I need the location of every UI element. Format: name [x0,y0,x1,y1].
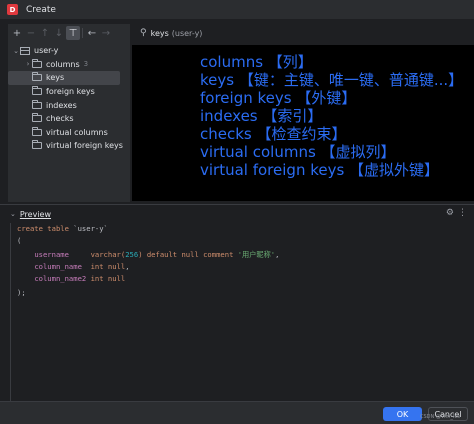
tree-item-keys[interactable]: keys [8,71,120,85]
filter-icon[interactable]: ⊤ [66,26,80,40]
properties-title: keys [150,28,169,38]
properties-subtitle: (user-y) [171,28,203,38]
folder-icon [32,58,42,68]
code-line: username varchar(256) default null comme… [34,250,280,259]
tree-item-checks[interactable]: checks [8,112,130,126]
folder-icon [32,99,42,109]
remove-icon[interactable]: − [24,26,38,40]
tree-root[interactable]: ⌄ user-y [8,44,130,58]
annotation-line: virtual foreign keys 【虚拟外键】 [200,161,440,179]
code-line: column_name int null, [34,262,130,271]
tree-item-virtual-foreign-keys[interactable]: virtual foreign keys [8,139,130,153]
chevron-down-icon[interactable]: ⌄ [12,47,20,55]
folder-icon [32,140,42,150]
more-icon[interactable]: ⋮ [458,208,467,218]
back-icon[interactable]: ← [85,26,99,40]
chevron-down-icon[interactable]: ⌄ [10,210,16,218]
properties-panel: ⚲ keys (user-y) columns 【列】 keys 【键：主键、唯… [132,24,474,202]
forward-icon[interactable]: → [99,26,113,40]
key-icon: ⚲ [140,28,147,38]
toolbar-divider [82,28,83,38]
code-line: ( [17,236,22,245]
structure-toolbar: + − ↑ ↓ ⊤ ← → [8,24,130,42]
tree-item-label: indexes [46,100,77,110]
tree-item-virtual-columns[interactable]: virtual columns [8,126,130,140]
tree-item-label: virtual foreign keys [46,141,123,151]
folder-icon [32,126,42,136]
watermark: CSDN @Vim_Ice [420,414,461,420]
tree-item-label: columns [46,59,80,69]
chevron-right-icon[interactable]: › [24,60,32,68]
tree-item-label: virtual columns [46,127,108,137]
tree-root-label: user-y [34,46,59,56]
window-title: Create [26,4,56,15]
structure-tree: ⌄ user-y › columns 3 keys foreign keys i… [8,44,130,153]
move-up-icon[interactable]: ↑ [38,26,52,40]
tree-item-label: keys [46,73,65,83]
preview-label: Preview [19,209,52,219]
dialog-footer: OK Cancel CSDN @Vim_Ice [0,401,474,424]
title-bar: D Create [0,0,474,20]
tree-item-label: foreign keys [46,87,95,97]
structure-panel: + − ↑ ↓ ⊤ ← → ⌄ user-y › columns 3 keys … [8,24,130,202]
tree-item-foreign-keys[interactable]: foreign keys [8,85,130,99]
annotation-overlay: columns 【列】 keys 【键：主键、唯一键、普通键...】 forei… [132,45,474,201]
tree-item-label: checks [46,114,74,124]
tree-item-indexes[interactable]: indexes [8,98,130,112]
item-count: 3 [83,60,89,69]
folder-icon [32,72,42,82]
ok-button[interactable]: OK [383,407,422,421]
editor-gutter [10,223,11,401]
settings-icon[interactable]: ⚙ [446,208,454,218]
app-icon: D [7,4,18,15]
code-line: column_name2 int null [34,274,126,283]
tree-item-columns[interactable]: › columns 3 [8,58,130,72]
add-icon[interactable]: + [10,26,24,40]
move-down-icon[interactable]: ↓ [52,26,66,40]
table-icon [20,46,30,55]
code-line: ); [17,288,26,297]
properties-header: ⚲ keys (user-y) [132,24,474,42]
preview-actions: ⚙ ⋮ [446,208,467,218]
folder-icon [32,86,42,96]
preview-header[interactable]: ⌄ Preview ⚙ ⋮ [0,205,474,223]
sql-preview[interactable]: create table `user-y` ( username varchar… [0,223,474,401]
folder-icon [32,113,42,123]
code-line: create table `user-y` [17,224,108,233]
